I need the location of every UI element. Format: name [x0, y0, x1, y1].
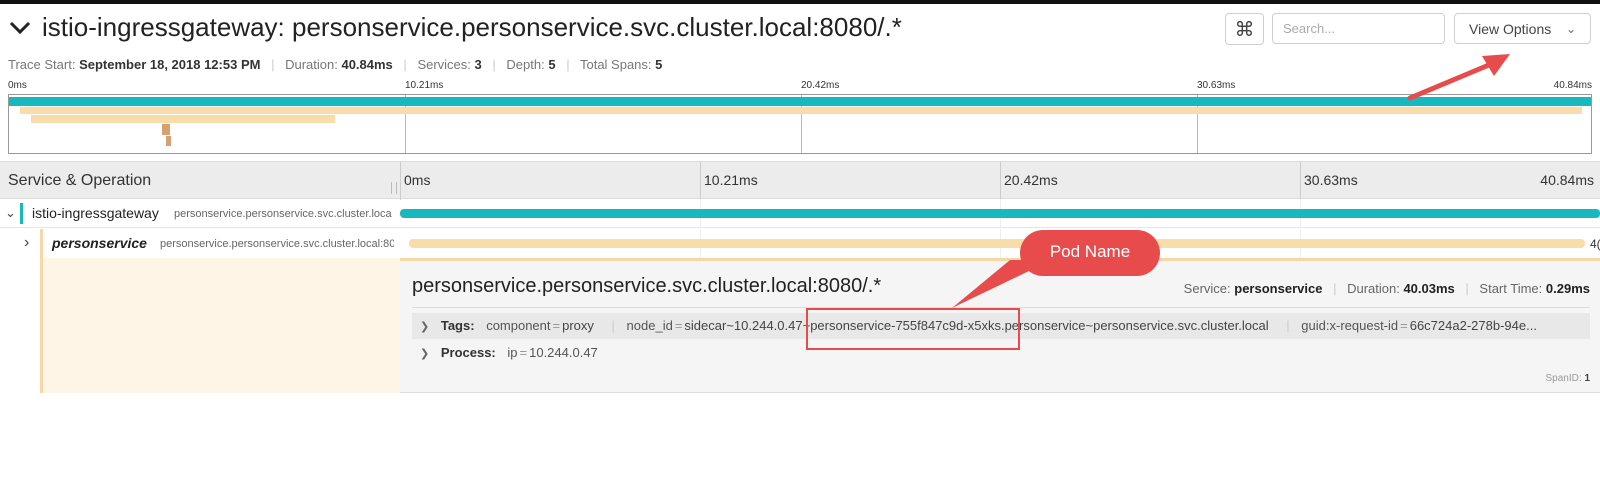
span-detail-meta: Service: personservice | Duration: 40.03… — [1183, 281, 1590, 296]
top-border — [0, 0, 1600, 4]
trace-title: istio-ingressgateway: personservice.pers… — [42, 12, 902, 42]
column-resize-handle[interactable] — [391, 182, 397, 194]
minimap-span-bar — [9, 97, 1591, 106]
trace-duration: 40.84ms — [341, 57, 393, 72]
column-service-operation: Service & Operation — [8, 172, 152, 189]
annotation-arrow-icon — [1407, 54, 1510, 101]
span-operation-name: personservice.personservice.svc.cluster.… — [174, 208, 392, 220]
trace-total-spans: 5 — [655, 57, 663, 72]
chevron-down-icon: ⌄ — [1565, 22, 1576, 36]
minimap-tick: 10.21ms — [405, 80, 444, 91]
timeline-tick: 10.21ms — [704, 172, 758, 188]
view-options-dropdown[interactable]: View Options ⌄ — [1454, 13, 1591, 44]
chevron-right-icon[interactable]: › — [24, 234, 29, 252]
tags-label: Tags: — [440, 318, 475, 333]
timeline-tick: 20.42ms — [1004, 172, 1058, 188]
minimap-span-bar — [20, 107, 1582, 114]
minimap-tick: 40.84ms — [1553, 80, 1592, 91]
span-duration-label: 4( — [1590, 237, 1600, 251]
minimap-tick: 30.63ms — [1197, 80, 1236, 91]
minimap-canvas[interactable] — [8, 94, 1592, 154]
detail-service: personservice — [1234, 281, 1323, 296]
chevron-right-icon[interactable]: ❯ — [420, 321, 429, 333]
trace-meta: Trace Start: September 18, 2018 12:53 PM… — [8, 57, 663, 72]
detail-left-gutter — [0, 258, 400, 393]
trace-start: September 18, 2018 12:53 PM — [79, 57, 261, 72]
trace-minimap[interactable]: 0ms 10.21ms 20.42ms 30.63ms 40.84ms — [8, 80, 1592, 155]
span-service-name: istio-ingressgateway — [32, 205, 159, 221]
collapse-chevron-icon[interactable] — [8, 18, 32, 38]
timeline-tick: 30.63ms — [1304, 172, 1358, 188]
timeline-tick: 0ms — [404, 172, 431, 188]
tag-item: component = proxy — [486, 318, 594, 333]
detail-duration: 40.03ms — [1403, 281, 1455, 296]
service-color-marker — [20, 203, 23, 224]
search-input[interactable] — [1272, 13, 1445, 44]
annotation-callout-text: Pod Name — [1049, 242, 1131, 261]
trace-depth: 5 — [548, 57, 556, 72]
process-section[interactable]: ❯ Process: ip = 10.244.0.47 — [420, 343, 598, 364]
minimap-tick: 0ms — [8, 80, 27, 91]
trace-services: 3 — [474, 57, 482, 72]
tag-item: guid:x-request-id = 66c724a2-278b-94e... — [1301, 318, 1537, 333]
timeline-tick: 40.84ms — [1540, 172, 1594, 188]
span-service-name: personservice — [52, 235, 147, 251]
span-row-ingressgateway[interactable]: ⌄ istio-ingressgateway personservice.per… — [0, 199, 1600, 228]
process-item: ip = 10.244.0.47 — [507, 345, 598, 360]
process-label: Process: — [440, 345, 496, 360]
span-operation-name: personservice.personservice.svc.cluster.… — [160, 238, 394, 250]
minimap-span-bar — [31, 115, 335, 123]
span-bar[interactable] — [400, 209, 1600, 218]
chevron-down-icon[interactable]: ⌄ — [5, 205, 16, 221]
minimap-tick: 20.42ms — [801, 80, 840, 91]
span-detail-title: personservice.personservice.svc.cluster.… — [412, 275, 882, 297]
span-id: SpanID: 1 — [1545, 373, 1590, 384]
trace-table-header: Service & Operation 0ms 10.21ms 20.42ms … — [0, 161, 1600, 200]
span-tree-line — [40, 230, 43, 393]
chevron-right-icon[interactable]: ❯ — [420, 348, 429, 360]
keyboard-shortcuts-button[interactable]: ⌘ — [1225, 13, 1264, 45]
minimap-span-bar — [162, 124, 170, 135]
view-options-label: View Options — [1469, 20, 1552, 37]
minimap-span-bar — [166, 136, 171, 146]
command-icon: ⌘ — [1234, 18, 1255, 41]
span-row-personservice[interactable]: › personservice personservice.personserv… — [0, 229, 1600, 258]
detail-start-time: 0.29ms — [1545, 281, 1590, 296]
